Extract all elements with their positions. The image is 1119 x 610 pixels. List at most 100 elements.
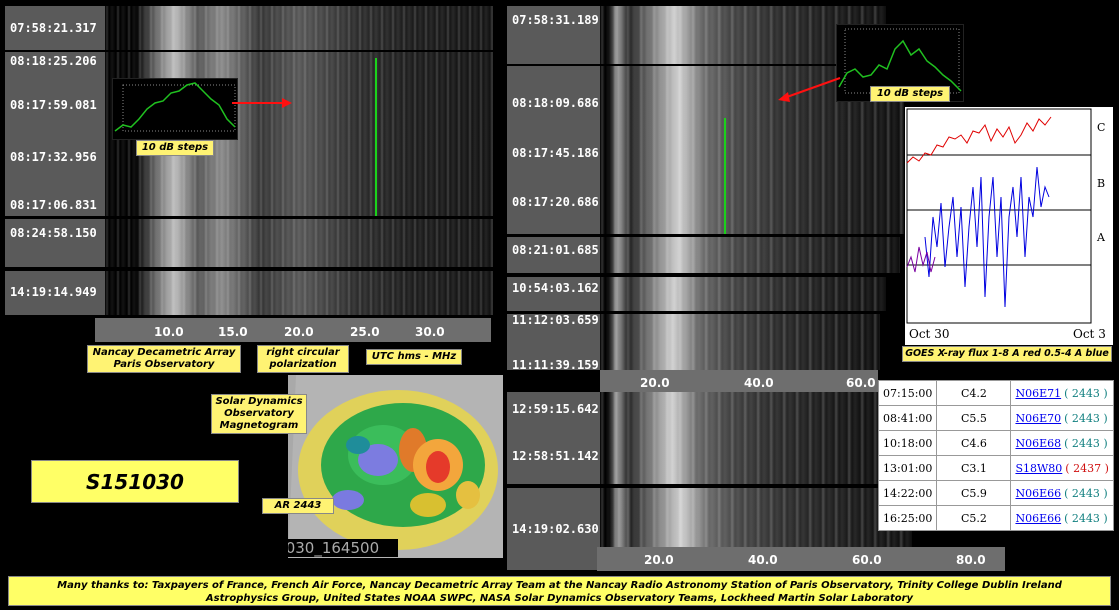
axis-tick-label: 25.0 xyxy=(350,325,380,339)
timestamp-label: 08:17:20.686 xyxy=(512,195,599,209)
table-row: 13:01:00 C3.1 S18W80( 2437 ) xyxy=(877,455,1114,481)
timestamp-label: 08:18:25.206 xyxy=(10,54,97,68)
timestamp-label: 08:17:06.831 xyxy=(10,198,97,212)
axis-tick-label: 20.0 xyxy=(284,325,314,339)
timestamp-label: 10:54:03.162 xyxy=(512,281,599,295)
timestamp-label: 11:12:03.659 xyxy=(512,313,599,327)
flare-time-cell: 10:18:00 xyxy=(877,430,938,456)
frequency-marker-line xyxy=(724,118,726,234)
timestamp-label: 08:18:09.686 xyxy=(512,96,599,110)
timestamp-box xyxy=(5,52,105,216)
goes-class-label: A xyxy=(1097,231,1105,244)
flare-time-cell: 14:22:00 xyxy=(877,480,938,506)
table-row: 14:22:00 C5.9 N06E66( 2443 ) xyxy=(877,480,1114,506)
active-region-label: AR 2443 xyxy=(262,498,334,514)
active-region-number: ( 2443 ) xyxy=(1064,486,1108,500)
frequency-marker-line xyxy=(375,58,377,216)
sdo-label: Solar Dynamics Observatory Magnetogram xyxy=(211,394,307,434)
flare-location-link[interactable]: N06E68 xyxy=(1015,437,1061,450)
flare-location-cell: N06E66( 2443 ) xyxy=(1010,480,1114,506)
axis-tick-label: 15.0 xyxy=(218,325,248,339)
red-arrow-icon xyxy=(778,77,841,102)
flare-class-cell: C3.1 xyxy=(936,455,1012,481)
timestamp-label: 07:58:31.189 xyxy=(512,13,599,27)
spectrogram-strip xyxy=(105,219,493,267)
timestamp-label: 12:59:15.642 xyxy=(512,402,599,416)
intensity-inset-plot xyxy=(112,78,238,140)
goes-xray-plot xyxy=(906,108,1092,324)
magnetogram-timestamp: 20151030_164500 xyxy=(288,539,398,557)
polarization-label: right circular polarization xyxy=(257,345,349,373)
timestamp-label: 12:58:51.142 xyxy=(512,449,599,463)
event-id-box: S151030 xyxy=(31,460,239,503)
active-region-number: ( 2443 ) xyxy=(1064,386,1108,400)
axis-tick-label: 40.0 xyxy=(748,553,778,567)
timestamp-label: 08:17:59.081 xyxy=(10,98,97,112)
flare-class-cell: C5.5 xyxy=(936,405,1012,431)
red-arrow-icon xyxy=(232,98,292,108)
flare-time-cell: 07:15:00 xyxy=(877,380,938,406)
spectrogram-strip xyxy=(600,237,900,273)
timestamp-label: 07:58:21.317 xyxy=(10,21,97,35)
active-region-number: ( 2443 ) xyxy=(1064,436,1108,450)
spectrogram-strip xyxy=(105,271,493,315)
active-region-number: ( 2437 ) xyxy=(1065,461,1109,475)
goes-x-tick-label: Oct 3 xyxy=(1073,327,1106,341)
flare-location-cell: N06E66( 2443 ) xyxy=(1010,505,1114,531)
axis-tick-label: 20.0 xyxy=(640,376,670,390)
flare-location-link[interactable]: N06E70 xyxy=(1015,412,1061,425)
acknowledgements-line: Astrophysics Group, United States NOAA S… xyxy=(205,593,914,604)
spectrogram-strip xyxy=(600,392,878,484)
timestamp-label: 08:24:58.150 xyxy=(10,226,97,240)
spectrogram-strip xyxy=(600,314,880,370)
goes-x-tick-label: Oct 30 xyxy=(909,327,950,341)
table-row: 07:15:00 C4.2 N06E71( 2443 ) xyxy=(877,380,1114,406)
flare-list-table: 07:15:00 C4.2 N06E71( 2443 ) 08:41:00 C5.5 N0… xyxy=(877,380,1114,531)
flare-location-link[interactable]: S18W80 xyxy=(1015,462,1062,475)
timestamp-label: 08:17:45.186 xyxy=(512,146,599,160)
goes-caption: GOES X-ray flux 1-8 A red 0.5-4 A blue xyxy=(902,346,1112,362)
flare-class-cell: C4.2 xyxy=(936,380,1012,406)
goes-class-label: C xyxy=(1097,121,1106,134)
intensity-profile-chart xyxy=(114,82,236,132)
flare-time-cell: 08:41:00 xyxy=(877,405,938,431)
flare-time-cell: 16:25:00 xyxy=(877,505,938,531)
flare-location-cell: N06E70( 2443 ) xyxy=(1010,405,1114,431)
sdo-magnetogram-image: 20151030_164500 xyxy=(288,375,503,558)
timestamp-label: 11:11:39.159 xyxy=(512,358,599,372)
inset-scale-label: 10 dB steps xyxy=(136,140,214,156)
table-row: 10:18:00 C4.6 N06E68( 2443 ) xyxy=(877,430,1114,456)
table-row: 08:41:00 C5.5 N06E70( 2443 ) xyxy=(877,405,1114,431)
acknowledgements-line: Many thanks to: Taxpayers of France, Fre… xyxy=(57,580,1062,591)
flare-class-cell: C4.6 xyxy=(936,430,1012,456)
flare-location-link[interactable]: N06E66 xyxy=(1015,487,1061,500)
timestamp-label: 08:17:32.956 xyxy=(10,150,97,164)
flare-location-link[interactable]: N06E66 xyxy=(1015,512,1061,525)
table-row: 16:25:00 C5.2 N06E66( 2443 ) xyxy=(877,505,1114,531)
axis-tick-label: 20.0 xyxy=(644,553,674,567)
active-region-number: ( 2443 ) xyxy=(1064,511,1108,525)
timestamp-label: 14:19:02.630 xyxy=(512,522,599,536)
spectrogram-strip xyxy=(105,6,493,50)
acknowledgements-footer: Many thanks to: Taxpayers of France, Fre… xyxy=(8,576,1111,606)
flare-time-cell: 13:01:00 xyxy=(877,455,938,481)
flare-location-cell: S18W80( 2437 ) xyxy=(1010,455,1114,481)
spectrogram-strip xyxy=(600,277,886,311)
timestamp-label: 08:21:01.685 xyxy=(512,243,599,257)
flare-location-cell: N06E71( 2443 ) xyxy=(1010,380,1114,406)
goes-class-label: B xyxy=(1097,177,1106,190)
axis-tick-label: 60.0 xyxy=(852,553,882,567)
goes-xray-chart: C B A Oct 30 Oct 3 xyxy=(905,107,1113,345)
timestamp-label: 14:19:14.949 xyxy=(10,285,97,299)
active-region-number: ( 2443 ) xyxy=(1064,411,1108,425)
axis-tick-label: 60.0 xyxy=(846,376,876,390)
inset-scale-label: 10 dB steps xyxy=(870,86,950,102)
axis-tick-label: 10.0 xyxy=(154,325,184,339)
axis-tick-label: 80.0 xyxy=(956,553,986,567)
flare-location-link[interactable]: N06E71 xyxy=(1015,387,1061,400)
nancay-label: Nancay Decametric Array Paris Observator… xyxy=(87,345,241,373)
axis-tick-label: 30.0 xyxy=(415,325,445,339)
flare-class-cell: C5.9 xyxy=(936,480,1012,506)
magnetogram-graphic xyxy=(288,375,503,558)
axis-tick-label: 40.0 xyxy=(744,376,774,390)
